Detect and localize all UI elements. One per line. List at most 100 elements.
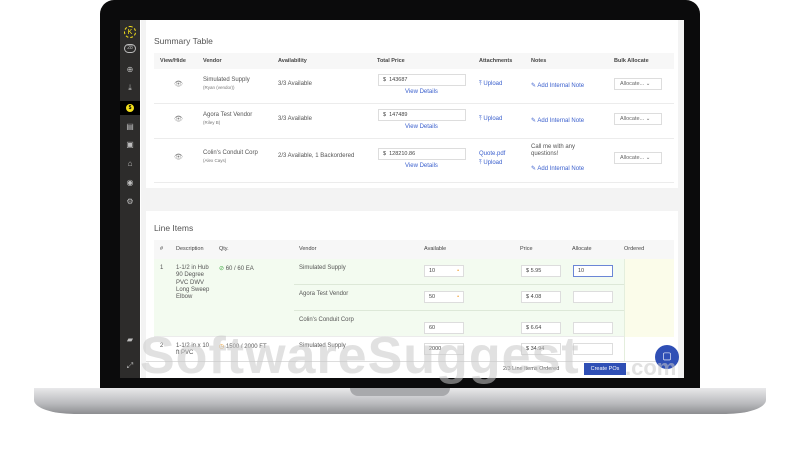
dropdown-indicator-icon: •	[457, 294, 459, 300]
currency: $	[383, 77, 387, 83]
add-internal-note-link[interactable]: ✎ Add Internal Note	[531, 82, 584, 89]
price-field[interactable]: $ 4.08	[521, 291, 561, 303]
col-view-hide: View/Hide	[160, 58, 186, 64]
total-price-field[interactable]: $ 143687	[378, 74, 466, 86]
pencil-icon: ✎	[531, 118, 537, 124]
view-details-link[interactable]: View Details	[405, 163, 438, 169]
bulk-allocate-dropdown[interactable]: Allocate... ⌄	[614, 152, 662, 164]
main-content: Summary Table View/Hide Vendor Availabil…	[141, 20, 684, 378]
expand-icon[interactable]: ⤢	[124, 360, 136, 372]
availability: 3/3 Available	[278, 116, 312, 122]
total-price: 147489	[389, 112, 408, 118]
qty-value: 60 / 60 EA	[225, 266, 254, 272]
add-note-label: Add Internal Note	[537, 166, 585, 172]
vendor-name: Simulated Supply	[203, 77, 250, 83]
app-screen: K 28 ⊕ ⤓ $ ▤ ▣ ⌂ ◉ ⚙ ▰ ⤢ Summary Table V…	[120, 20, 684, 378]
attachment-link[interactable]: Quote.pdf	[479, 151, 505, 157]
upload-label: Upload	[483, 160, 503, 166]
warehouse-icon[interactable]: ⌂	[124, 158, 136, 170]
add-note-label: Add Internal Note	[537, 83, 585, 89]
upload-link[interactable]: ⤒ Upload	[479, 81, 502, 88]
summary-row: 👁 Simulated Supply (Ryan (vendor)) 3/3 A…	[154, 69, 674, 104]
eye-icon[interactable]: 👁	[174, 115, 183, 123]
upload-label: Upload	[483, 116, 503, 122]
upload-icon: ⤒	[479, 116, 482, 122]
availability: 2/3 Available, 1 Backordered	[278, 153, 355, 159]
summary-row: 👁 Agora Test Vendor (Riley B) 3/3 Availa…	[154, 104, 674, 139]
upload-label: Upload	[483, 81, 503, 87]
pencil-icon: ✎	[531, 83, 537, 89]
allocate-input[interactable]	[573, 291, 613, 303]
available-value: 50	[429, 294, 436, 300]
documents-icon[interactable]: ▤	[124, 121, 136, 133]
add-icon[interactable]: ⊕	[124, 64, 136, 76]
notification-count-badge[interactable]: 28	[124, 44, 136, 53]
internal-note: Call me with any questions!	[531, 144, 576, 157]
ordered-cell	[624, 259, 674, 337]
price-value: $ 5.95	[526, 268, 542, 274]
upload-link[interactable]: ⤒ Upload	[479, 160, 502, 167]
add-internal-note-link[interactable]: ✎ Add Internal Note	[531, 165, 584, 172]
item-number: 1	[160, 265, 164, 271]
available-field[interactable]: 10 •	[424, 265, 464, 277]
price-value: $ 4.08	[526, 294, 542, 300]
col-ordered: Ordered	[624, 246, 645, 252]
vendor-contact: (Riley B)	[203, 120, 221, 125]
upload-link[interactable]: ⤒ Upload	[479, 116, 502, 123]
total-price-field[interactable]: $ 128210.86	[378, 148, 466, 160]
total-price-field[interactable]: $ 147489	[378, 109, 466, 121]
item-description: 1-1/2 in Hub 90 Degree PVC DWV Long Swee…	[176, 265, 210, 301]
laptop-notch	[350, 388, 450, 396]
dropdown-indicator-icon: •	[457, 268, 459, 274]
allocate-value: 10	[578, 268, 585, 274]
vendor-name: Colin's Conduit Corp	[203, 150, 258, 156]
col-attachments: Attachments	[479, 58, 513, 64]
vendor-line: Agora Test Vendor 50 • $ 4.08	[294, 285, 624, 311]
dollar-icon: $	[126, 104, 134, 112]
vendor-line: Simulated Supply 10 • $ 5.95 10	[294, 259, 624, 285]
watermark: SoftwareSuggest	[140, 327, 580, 385]
col-vendor: Vendor	[203, 58, 222, 64]
col-bulk-allocate: Bulk Allocate	[614, 58, 649, 64]
active-nav-item[interactable]: $	[120, 101, 140, 115]
col-notes: Notes	[531, 58, 547, 64]
currency: $	[383, 151, 387, 157]
chevron-down-icon: ⌄	[645, 81, 651, 87]
vendor-name: Agora Test Vendor	[203, 112, 253, 118]
allocate-label: Allocate...	[620, 81, 645, 87]
line-items-header: # Description Qty. Vendor Available Pric…	[154, 240, 674, 259]
currency: $	[383, 112, 387, 118]
create-pos-button[interactable]: Create POs	[584, 363, 626, 375]
total-price: 143687	[389, 77, 408, 83]
chevron-down-icon: ⌄	[645, 155, 651, 161]
allocate-input[interactable]: 10	[573, 265, 613, 277]
add-internal-note-link[interactable]: ✎ Add Internal Note	[531, 117, 584, 124]
check-circle-icon: ⊘	[219, 266, 225, 272]
download-icon[interactable]: ⤓	[124, 82, 136, 94]
upload-icon: ⤒	[479, 160, 482, 166]
eye-icon[interactable]: 👁	[174, 80, 183, 88]
bulk-allocate-dropdown[interactable]: Allocate... ⌄	[614, 113, 662, 125]
available-field[interactable]: 50 •	[424, 291, 464, 303]
bulk-allocate-dropdown[interactable]: Allocate... ⌄	[614, 78, 662, 90]
availability: 3/3 Available	[278, 81, 312, 87]
summary-row: 👁 Colin's Conduit Corp (Alex Cays) 2/3 A…	[154, 139, 674, 183]
chat-icon[interactable]: ▰	[124, 334, 136, 346]
location-icon[interactable]: ◉	[124, 177, 136, 189]
gear-icon[interactable]: ⚙	[124, 196, 136, 208]
col-vendor: Vendor	[299, 246, 317, 252]
view-details-link[interactable]: View Details	[405, 124, 438, 130]
box-icon[interactable]: ▣	[124, 139, 136, 151]
vendor-name: Agora Test Vendor	[299, 291, 349, 297]
summary-card: Summary Table View/Hide Vendor Availabil…	[146, 20, 678, 188]
logo-icon[interactable]: K	[124, 26, 136, 38]
chevron-down-icon: ⌄	[645, 116, 651, 122]
eye-icon[interactable]: 👁	[174, 153, 183, 161]
view-details-link[interactable]: View Details	[405, 89, 438, 95]
vendor-contact: (Ryan (vendor))	[203, 85, 235, 90]
line-items-title: Line Items	[154, 223, 194, 233]
total-price: 128210.86	[389, 151, 416, 157]
price-field[interactable]: $ 5.95	[521, 265, 561, 277]
allocate-label: Allocate...	[620, 155, 645, 161]
col-description: Description	[176, 246, 204, 252]
